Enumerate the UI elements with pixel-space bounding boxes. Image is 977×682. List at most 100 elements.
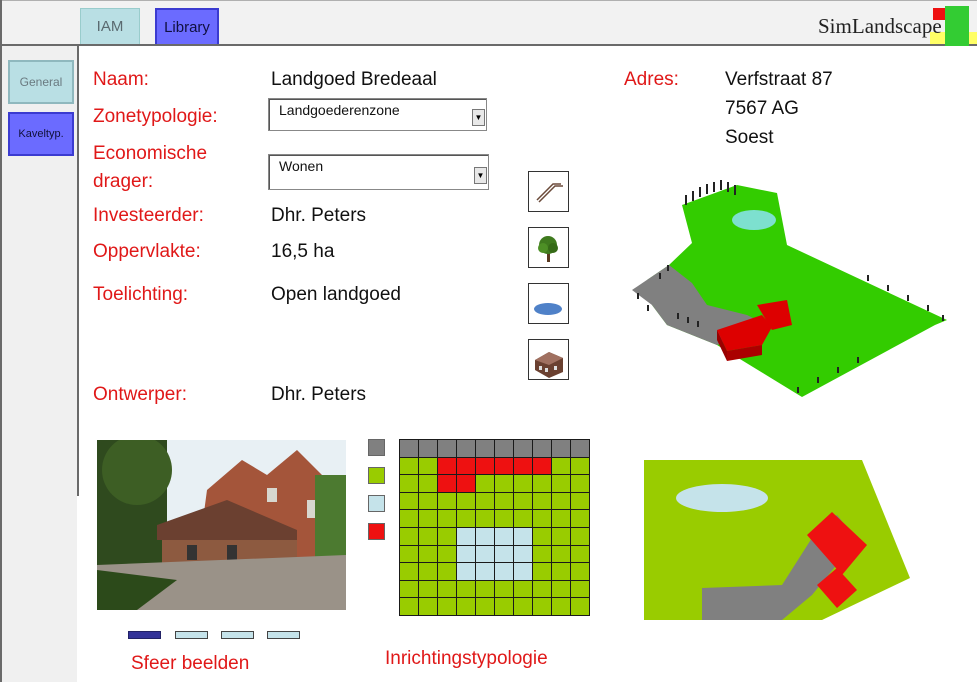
grid-cell[interactable] <box>532 597 552 616</box>
grid-cell[interactable] <box>437 562 457 581</box>
grid-cell[interactable] <box>570 544 590 564</box>
grid-cell[interactable] <box>513 597 533 616</box>
grid-cell[interactable] <box>399 474 419 493</box>
tree-tool-button[interactable] <box>528 227 569 268</box>
grid-cell[interactable] <box>570 527 590 546</box>
grid-cell[interactable] <box>551 491 571 511</box>
sidebar-item-kaveltyp[interactable]: Kaveltyp. <box>8 112 74 156</box>
grid-cell[interactable] <box>475 579 495 599</box>
grid-cell[interactable] <box>399 509 419 528</box>
grid-cell[interactable] <box>399 597 419 616</box>
grid-cell[interactable] <box>418 579 438 599</box>
grid-cell[interactable] <box>437 439 457 458</box>
grid-cell[interactable] <box>475 439 495 458</box>
grid-cell[interactable] <box>399 456 419 476</box>
grid-cell[interactable] <box>532 579 552 599</box>
tab-iam[interactable]: IAM <box>80 8 140 44</box>
legend-road-swatch[interactable] <box>368 439 385 456</box>
grid-cell[interactable] <box>494 491 514 511</box>
grid-cell[interactable] <box>437 474 457 493</box>
legend-grass-swatch[interactable] <box>368 467 385 484</box>
grid-cell[interactable] <box>532 439 552 458</box>
grid-cell[interactable] <box>570 597 590 616</box>
grid-cell[interactable] <box>551 544 571 564</box>
grid-cell[interactable] <box>551 439 571 458</box>
grid-cell[interactable] <box>399 544 419 564</box>
grid-cell[interactable] <box>418 509 438 528</box>
path-tool-button[interactable] <box>528 171 569 212</box>
chevron-down-icon[interactable]: ▼ <box>474 167 487 184</box>
grid-cell[interactable] <box>551 456 571 476</box>
grid-cell[interactable] <box>570 456 590 476</box>
grid-cell[interactable] <box>475 491 495 511</box>
grid-cell[interactable] <box>456 597 476 616</box>
grid-cell[interactable] <box>570 579 590 599</box>
pond-tool-button[interactable] <box>528 283 569 324</box>
grid-cell[interactable] <box>494 474 514 493</box>
grid-cell[interactable] <box>532 474 552 493</box>
grid-cell[interactable] <box>399 527 419 546</box>
grid-cell[interactable] <box>475 509 495 528</box>
grid-cell[interactable] <box>513 579 533 599</box>
grid-cell[interactable] <box>399 491 419 511</box>
grid-cell[interactable] <box>437 527 457 546</box>
grid-cell[interactable] <box>513 562 533 581</box>
grid-cell[interactable] <box>532 456 552 476</box>
grid-cell[interactable] <box>551 597 571 616</box>
grid-cell[interactable] <box>456 456 476 476</box>
legend-building-swatch[interactable] <box>368 523 385 540</box>
grid-cell[interactable] <box>437 491 457 511</box>
grid-cell[interactable] <box>475 527 495 546</box>
carousel-dot-3[interactable] <box>221 631 254 639</box>
zonetypologie-select[interactable]: Landgoederenzone ▼ <box>268 98 487 131</box>
grid-cell[interactable] <box>418 456 438 476</box>
grid-cell[interactable] <box>399 579 419 599</box>
grid-cell[interactable] <box>456 474 476 493</box>
grid-cell[interactable] <box>456 439 476 458</box>
grid-cell[interactable] <box>456 579 476 599</box>
grid-cell[interactable] <box>551 474 571 493</box>
grid-cell[interactable] <box>513 439 533 458</box>
grid-cell[interactable] <box>475 456 495 476</box>
grid-cell[interactable] <box>532 491 552 511</box>
grid-cell[interactable] <box>475 562 495 581</box>
grid-cell[interactable] <box>437 544 457 564</box>
grid-cell[interactable] <box>551 527 571 546</box>
grid-cell[interactable] <box>475 544 495 564</box>
carousel-dot-4[interactable] <box>267 631 300 639</box>
grid-cell[interactable] <box>532 562 552 581</box>
building-tool-button[interactable] <box>528 339 569 380</box>
grid-cell[interactable] <box>570 474 590 493</box>
grid-cell[interactable] <box>570 491 590 511</box>
chevron-down-icon[interactable]: ▼ <box>472 109 485 126</box>
grid-cell[interactable] <box>513 509 533 528</box>
grid-cell[interactable] <box>418 527 438 546</box>
grid-cell[interactable] <box>437 597 457 616</box>
sidebar-item-general[interactable]: General <box>8 60 74 104</box>
grid-cell[interactable] <box>551 562 571 581</box>
grid-cell[interactable] <box>475 597 495 616</box>
grid-cell[interactable] <box>456 527 476 546</box>
grid-cell[interactable] <box>551 579 571 599</box>
grid-cell[interactable] <box>513 527 533 546</box>
grid-cell[interactable] <box>418 562 438 581</box>
grid-cell[interactable] <box>513 491 533 511</box>
grid-cell[interactable] <box>418 597 438 616</box>
grid-cell[interactable] <box>494 579 514 599</box>
grid-cell[interactable] <box>532 544 552 564</box>
grid-cell[interactable] <box>494 527 514 546</box>
grid-cell[interactable] <box>418 439 438 458</box>
grid-cell[interactable] <box>494 562 514 581</box>
grid-cell[interactable] <box>494 544 514 564</box>
carousel-dot-2[interactable] <box>175 631 208 639</box>
carousel-dot-1[interactable] <box>128 631 161 639</box>
grid-cell[interactable] <box>494 597 514 616</box>
grid-cell[interactable] <box>494 456 514 476</box>
grid-cell[interactable] <box>456 544 476 564</box>
grid-cell[interactable] <box>532 527 552 546</box>
grid-cell[interactable] <box>456 562 476 581</box>
grid-cell[interactable] <box>513 544 533 564</box>
grid-cell[interactable] <box>551 509 571 528</box>
grid-cell[interactable] <box>399 562 419 581</box>
grid-cell[interactable] <box>418 474 438 493</box>
